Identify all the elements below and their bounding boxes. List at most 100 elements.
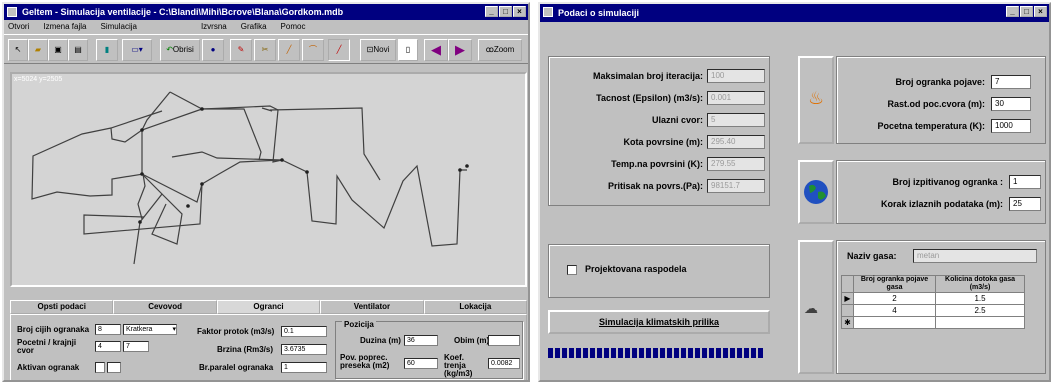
table-cell[interactable] [935, 316, 1025, 329]
gas-button[interactable]: ☁ [798, 240, 834, 374]
dialog-title: Podaci o simulaciji [558, 8, 640, 18]
table-row-new[interactable]: ✱ [841, 316, 1025, 329]
draw-tool-icon[interactable]: ╱ [328, 39, 350, 61]
dialog-maximize-button[interactable]: □ [1020, 6, 1033, 17]
page-icon[interactable]: ▯ [398, 39, 418, 61]
table-cell[interactable]: 2 [852, 292, 937, 305]
node-tool-icon[interactable]: ● [202, 39, 224, 61]
tab-ogranci[interactable]: Ogranci [216, 300, 321, 314]
progress-segment [730, 348, 735, 358]
table-cell[interactable]: 2.5 [935, 304, 1025, 317]
simulate-button[interactable]: Simulacija klimatskih prilika [548, 310, 770, 334]
open-folder-button[interactable]: ▰ [28, 39, 48, 61]
branch-tool-icon[interactable]: ✂ [254, 39, 276, 61]
progress-segment [660, 348, 665, 358]
duzina-field[interactable]: 36 [404, 335, 438, 346]
network-node [200, 182, 204, 186]
zoom-button[interactable]: ꝏZoom [478, 39, 522, 61]
projektovana-checkbox[interactable] [567, 265, 577, 275]
table-cell[interactable]: 1.5 [935, 292, 1025, 305]
obim-label: Obim (m) [454, 336, 490, 345]
broj-ogranka-pojave-field[interactable]: 7 [991, 75, 1031, 89]
menu-grafika[interactable]: Grafika [241, 20, 267, 34]
back-arrow-icon[interactable]: ◀ [424, 39, 448, 61]
ulazni-cvor-field[interactable]: 5 [707, 113, 765, 127]
dialog-minimize-button[interactable]: _ [1006, 6, 1019, 17]
progress-segment [674, 348, 679, 358]
naziv-gasa-field[interactable]: metan [913, 249, 1037, 263]
povrsina-label: Pov. poprec. preseka (m2) [340, 353, 390, 370]
save-icon[interactable]: ▣ [48, 39, 68, 61]
menu-izvrsna[interactable]: Izvrsna [201, 20, 227, 34]
branch-type-select[interactable]: Kratkera ▾ [123, 324, 177, 335]
network-canvas[interactable]: x=5024 y=2505 [10, 72, 527, 287]
close-button[interactable]: × [513, 6, 526, 17]
network-node [200, 107, 204, 111]
data-icon[interactable]: ▮ [96, 39, 118, 61]
minimize-button[interactable]: _ [485, 6, 498, 17]
rast-field[interactable]: 30 [991, 97, 1031, 111]
gas-group: Naziv gasa: metan Broj ogranka pojave ga… [836, 240, 1046, 374]
faktor-field[interactable]: 0.1 [281, 326, 327, 337]
simulate-button-label: Simulacija klimatskih prilika [598, 317, 720, 327]
tab-opsti-podaci[interactable]: Opsti podaci [10, 300, 114, 314]
parameters-group: Maksimalan broj iteracija: 100 Tacnost (… [548, 56, 770, 206]
forward-arrow-icon[interactable]: ▶ [448, 39, 472, 61]
max-iteracija-label: Maksimalan broj iteracija: [592, 71, 703, 81]
tab-ventilator[interactable]: Ventilator [320, 300, 424, 314]
menu-pomoc[interactable]: Pomoc [281, 20, 306, 34]
menu-simulacija[interactable]: Simulacija [100, 20, 136, 34]
koef-field[interactable]: 0.0082 [488, 358, 520, 369]
curve-tool-icon[interactable]: ⌒ [302, 39, 324, 61]
table-cell[interactable]: 4 [852, 304, 937, 317]
max-iteracija-field[interactable]: 100 [707, 69, 765, 83]
coordinate-readout: x=5024 y=2505 [14, 76, 63, 83]
pocetni-cvor-field[interactable]: 4 [95, 341, 121, 352]
kota-field[interactable]: 295.40 [707, 135, 765, 149]
broj-ispitivanog-field[interactable]: 1 [1009, 175, 1041, 189]
povrsina-field[interactable]: 60 [404, 358, 438, 369]
tab-lokacija[interactable]: Lokacija [423, 300, 528, 314]
menu-otvori[interactable]: Otvori [8, 20, 29, 34]
menu-izmena[interactable]: Izmena fajla [43, 20, 86, 34]
table-cell[interactable] [852, 316, 937, 329]
obrisi-button[interactable]: ↶Obrisi [160, 39, 200, 61]
progress-segment [709, 348, 714, 358]
table-row[interactable]: ▶ 2 1.5 [841, 292, 1025, 305]
table-header-kolicina: Kolicina dotoka gasa (m3/s) [935, 275, 1025, 293]
dialog-close-button[interactable]: × [1034, 6, 1047, 17]
table-row[interactable]: 4 2.5 [841, 304, 1025, 317]
tab-strip: Opsti podaci Cevovod Ogranci Ventilator … [10, 300, 528, 314]
pritisak-field[interactable]: 98151.7 [707, 179, 765, 193]
progress-segment [751, 348, 756, 358]
pen-tool-icon[interactable]: ✎ [230, 39, 252, 61]
simulation-dialog: Podaci o simulaciji _ □ × Maksimalan bro… [538, 2, 1051, 382]
novi-button[interactable]: ⊡Novi [360, 39, 396, 61]
tacnost-field[interactable]: 0.001 [707, 91, 765, 105]
korak-field[interactable]: 25 [1009, 197, 1041, 211]
network-node [305, 170, 309, 174]
network-node [138, 220, 142, 224]
maximize-button[interactable]: □ [499, 6, 512, 17]
pocetna-temperatura-field[interactable]: 1000 [991, 119, 1031, 133]
broj-field[interactable]: 8 [95, 324, 121, 335]
duzina-label: Duzina (m) [360, 336, 401, 345]
br-paralel-field[interactable]: 1 [281, 362, 327, 373]
aktivan-checkbox[interactable] [95, 362, 105, 373]
ulazni-cvor-label: Ulazni cvor: [651, 115, 703, 125]
window-icon[interactable]: ▭▾ [122, 39, 152, 61]
pointer-tool-button[interactable]: ↖ [8, 39, 28, 61]
obim-field[interactable] [488, 335, 520, 346]
print-icon[interactable]: ▤ [68, 39, 88, 61]
line-tool-icon[interactable]: ╱ [278, 39, 300, 61]
ventilation-network-drawing [31, 91, 469, 265]
temp-field[interactable]: 279.55 [707, 157, 765, 171]
ogranci-panel: Broj cijih ogranaka 8 Kratkera ▾ Pocetni … [10, 314, 527, 380]
progress-segment [632, 348, 637, 358]
krajnji-cvor-field[interactable]: 7 [123, 341, 149, 352]
fire-button[interactable]: ♨ [798, 56, 834, 144]
earth-button[interactable] [798, 160, 834, 224]
tab-cevovod[interactable]: Cevovod [113, 300, 217, 314]
aktivan-extra-field[interactable] [107, 362, 121, 373]
brzina-field[interactable]: 3.6735 [281, 344, 327, 355]
